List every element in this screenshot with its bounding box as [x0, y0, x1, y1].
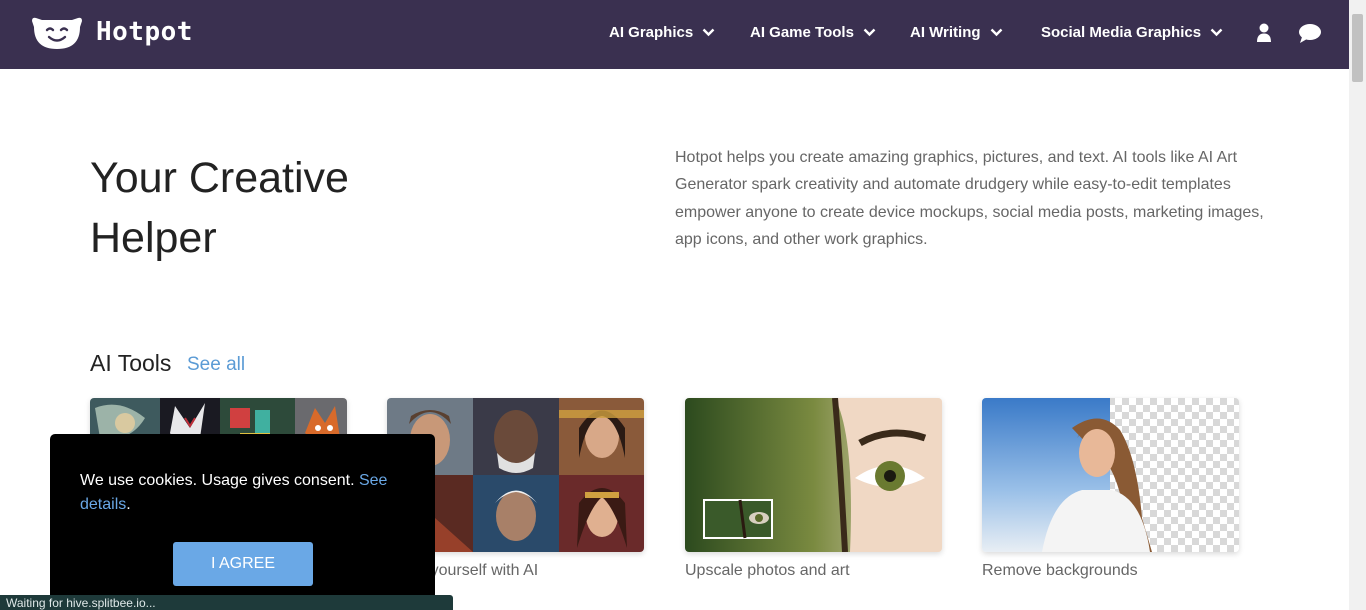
browser-status-bar: Waiting for hive.splitbee.io...: [0, 595, 453, 610]
nav-ai-writing[interactable]: AI Writing: [910, 24, 1003, 41]
top-nav: Hotpot AI Graphics AI Game Tools AI Writ…: [0, 0, 1349, 69]
chevron-down-icon: [863, 28, 876, 37]
nav-ai-graphics[interactable]: AI Graphics: [609, 24, 715, 41]
scrollbar-thumb[interactable]: [1352, 14, 1363, 82]
nav-label: AI Writing: [910, 24, 981, 41]
chat-icon[interactable]: [1298, 22, 1322, 44]
remove-bg-image: [982, 398, 1239, 552]
page-title: Your Creative Helper: [90, 154, 349, 262]
tool-card-remove-bg[interactable]: [982, 398, 1239, 552]
chevron-down-icon: [990, 28, 1002, 37]
nav-ai-game-tools[interactable]: AI Game Tools: [750, 24, 876, 41]
nav-social-media-graphics[interactable]: Social Media Graphics: [1041, 24, 1223, 41]
hero-description: Hotpot helps you create amazing graphics…: [675, 149, 1264, 249]
user-icon[interactable]: [1256, 22, 1272, 44]
card-label: Remove backgrounds: [982, 562, 1138, 579]
cookie-text-suffix: .: [126, 496, 131, 513]
brand-name[interactable]: Hotpot: [96, 17, 193, 47]
nav-label: Social Media Graphics: [1041, 24, 1202, 41]
cookie-text: We use cookies. Usage gives consent.: [80, 472, 355, 489]
cookie-banner: We use cookies. Usage gives consent. See…: [50, 434, 435, 610]
chevron-down-icon: [702, 28, 715, 37]
tool-card-upscale[interactable]: [685, 398, 942, 552]
agree-button[interactable]: I AGREE: [173, 542, 313, 586]
nav-label: AI Game Tools: [750, 24, 854, 41]
cookie-message: We use cookies. Usage gives consent. See…: [80, 469, 410, 517]
see-all-link[interactable]: See all: [187, 354, 245, 376]
nav-label: AI Graphics: [609, 24, 694, 41]
section-title-ai-tools: AI Tools: [90, 350, 172, 376]
chevron-down-icon: [1210, 28, 1223, 37]
vertical-scrollbar[interactable]: [1349, 0, 1366, 610]
hotpot-logo-icon[interactable]: [30, 15, 84, 51]
upscale-eye-image: [685, 398, 942, 552]
card-label: Upscale photos and art: [685, 562, 850, 579]
